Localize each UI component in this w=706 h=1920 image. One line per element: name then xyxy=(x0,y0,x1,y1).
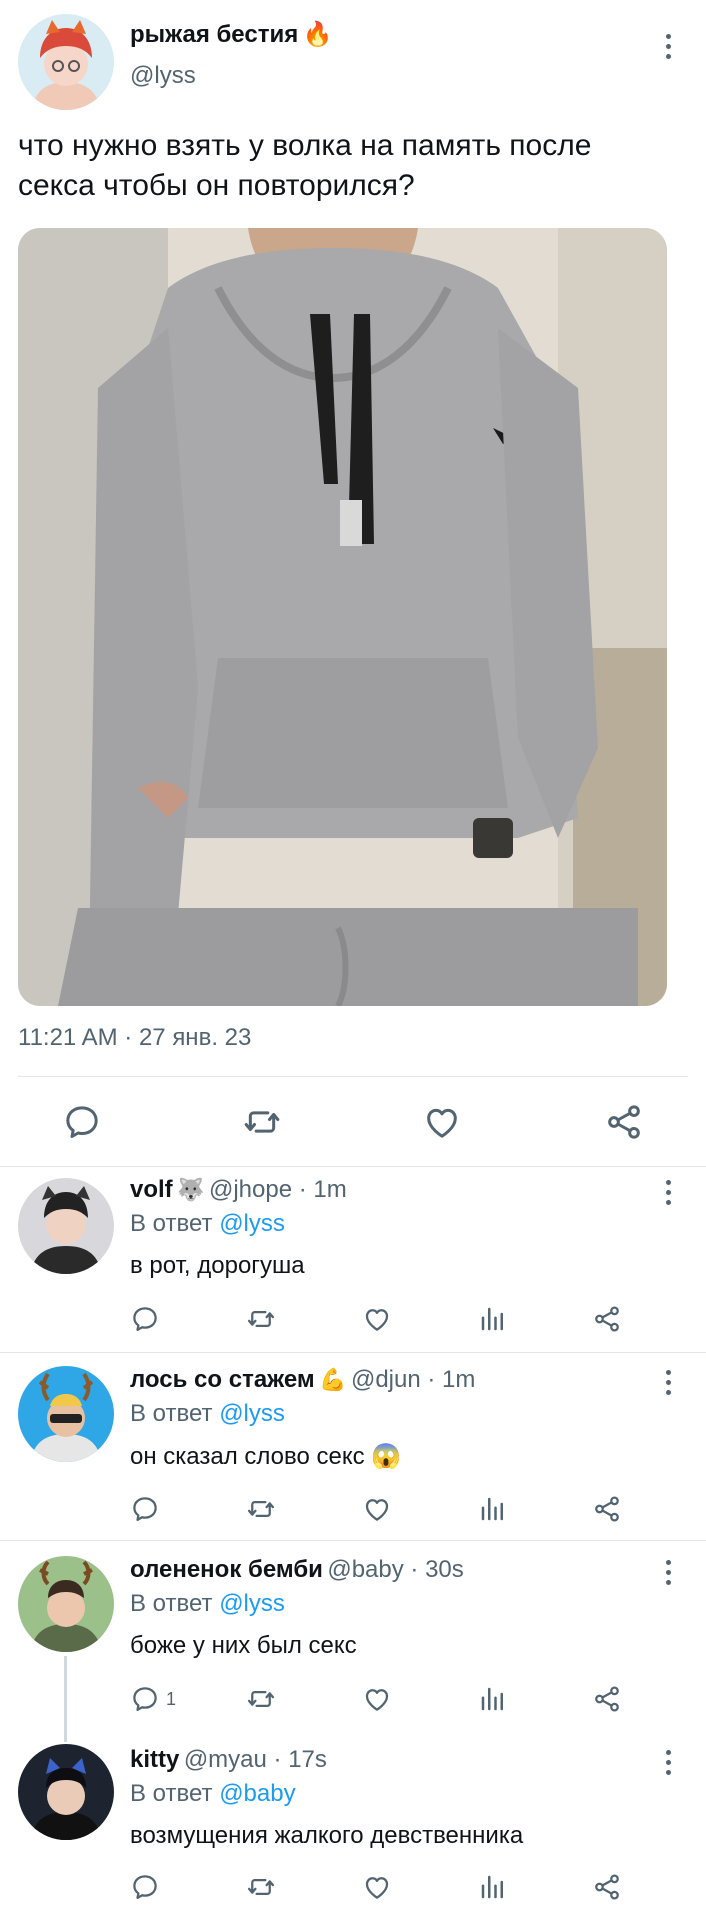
analytics-icon[interactable] xyxy=(478,1304,508,1334)
wolf-emoji: 🐺 xyxy=(177,1177,205,1202)
dot-separator: · xyxy=(403,1556,426,1583)
reply-time[interactable]: 1m xyxy=(442,1366,475,1393)
reply-time[interactable]: 17s xyxy=(288,1746,327,1773)
analytics-icon[interactable] xyxy=(478,1684,508,1714)
reply-author-handle[interactable]: @djun xyxy=(351,1366,421,1393)
author-handle[interactable]: @lyss xyxy=(130,62,196,90)
reply-icon[interactable] xyxy=(62,1102,102,1142)
replying-to-label: В ответ xyxy=(130,1780,213,1807)
replying-to-label: В ответ xyxy=(130,1590,213,1617)
retweet-icon[interactable] xyxy=(246,1494,276,1524)
reply-icon[interactable] xyxy=(130,1494,160,1524)
reply-text: он сказал слово секс xyxy=(130,1443,365,1470)
heart-icon[interactable] xyxy=(362,1304,392,1334)
share-icon[interactable] xyxy=(592,1494,622,1524)
replying-to-handle[interactable]: @lyss xyxy=(219,1400,285,1427)
reply-text: возмущения жалкого девственника xyxy=(130,1822,524,1849)
reply-author-name[interactable]: лось со стажем xyxy=(130,1366,315,1393)
more-icon[interactable] xyxy=(656,28,680,64)
reply-author-name[interactable]: kitty xyxy=(130,1746,179,1773)
reply-time[interactable]: 30s xyxy=(425,1556,464,1583)
reply-author-handle[interactable]: @myau xyxy=(184,1746,267,1773)
dot-separator: · xyxy=(266,1746,289,1773)
reply-author-handle[interactable]: @jhope xyxy=(209,1176,292,1203)
more-icon[interactable] xyxy=(656,1174,680,1210)
retweet-icon[interactable] xyxy=(246,1872,276,1902)
more-icon[interactable] xyxy=(656,1744,680,1780)
thread-line xyxy=(64,1656,67,1742)
post-text-line1: что нужно взять у волка на память после xyxy=(18,129,592,162)
share-icon[interactable] xyxy=(604,1102,644,1142)
post-text: что нужно взять у волка на память после … xyxy=(18,126,591,206)
post-image[interactable] xyxy=(18,228,667,1006)
author-name[interactable]: рыжая бестия xyxy=(130,21,298,48)
reply-avatar[interactable] xyxy=(18,1744,114,1840)
heart-icon[interactable] xyxy=(362,1872,392,1902)
heart-icon[interactable] xyxy=(422,1102,462,1142)
heart-icon[interactable] xyxy=(362,1684,392,1714)
divider xyxy=(0,1352,706,1353)
retweet-icon[interactable] xyxy=(242,1102,282,1142)
reply-author-name[interactable]: volf xyxy=(130,1176,173,1203)
more-icon[interactable] xyxy=(656,1554,680,1590)
divider xyxy=(0,1166,706,1167)
replying-to-label: В ответ xyxy=(130,1210,213,1237)
reply-text: в рот, дорогуша xyxy=(130,1252,305,1279)
reply-avatar[interactable] xyxy=(18,1366,114,1462)
reply-count: 1 xyxy=(166,1688,177,1709)
replying-to-label: В ответ xyxy=(130,1400,213,1427)
reply-icon[interactable] xyxy=(130,1872,160,1902)
retweet-icon[interactable] xyxy=(246,1684,276,1714)
post-timestamp[interactable]: 11:21 AM · 27 янв. 23 xyxy=(18,1024,251,1052)
author-avatar[interactable] xyxy=(18,14,114,110)
share-icon[interactable] xyxy=(592,1684,622,1714)
more-icon[interactable] xyxy=(656,1364,680,1400)
reply-icon[interactable] xyxy=(130,1304,160,1334)
scream-emoji: 😱 xyxy=(371,1443,402,1470)
reply-avatar[interactable] xyxy=(18,1178,114,1274)
analytics-icon[interactable] xyxy=(478,1872,508,1902)
retweet-icon[interactable] xyxy=(246,1304,276,1334)
divider xyxy=(0,1540,706,1541)
share-icon[interactable] xyxy=(592,1872,622,1902)
dot-separator: · xyxy=(420,1366,443,1393)
replying-to-handle[interactable]: @lyss xyxy=(219,1210,285,1237)
reply-text: боже у них был секс xyxy=(130,1632,357,1659)
replying-to-handle[interactable]: @lyss xyxy=(219,1590,285,1617)
reply-icon[interactable]: 1 xyxy=(130,1684,176,1714)
reply-author-handle[interactable]: @baby xyxy=(327,1556,403,1583)
divider xyxy=(18,1076,688,1077)
heart-icon[interactable] xyxy=(362,1494,392,1524)
share-icon[interactable] xyxy=(592,1304,622,1334)
fire-emoji: 🔥 xyxy=(302,21,333,48)
post-text-line2: секса чтобы он повторился? xyxy=(18,169,415,202)
reply-avatar[interactable] xyxy=(18,1556,114,1652)
reply-author-name[interactable]: олененок бемби xyxy=(130,1556,323,1583)
reply-time[interactable]: 1m xyxy=(313,1176,346,1203)
replying-to-handle[interactable]: @baby xyxy=(219,1780,295,1807)
dot-separator: · xyxy=(292,1176,314,1203)
flexed-biceps-emoji: 💪 xyxy=(319,1367,347,1392)
analytics-icon[interactable] xyxy=(478,1494,508,1524)
